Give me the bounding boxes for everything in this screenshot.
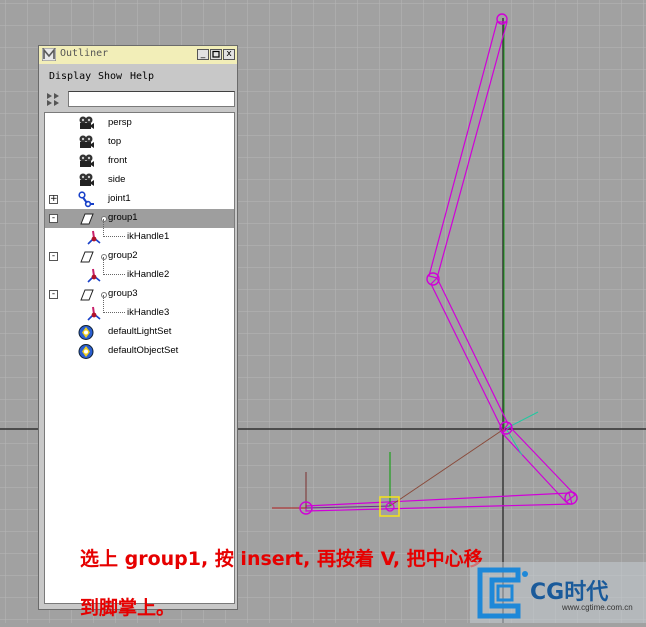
outliner-item-group1[interactable]: - group1 [45,209,234,228]
collapse-icon[interactable]: - [49,290,58,299]
camera-icon [77,172,95,189]
outliner-item-persp[interactable]: persp [45,114,234,133]
outliner-tree: persp top front side + joint1 - group1 ikHandle1… [44,112,235,604]
ik-handle-icon [85,305,103,322]
outliner-item-defaultLightSet[interactable]: defaultLightSet [45,323,234,342]
expand-icon[interactable]: + [49,195,58,204]
outliner-item-side[interactable]: side [45,171,234,190]
outliner-item-label: defaultObjectSet [108,345,179,356]
filter-input[interactable] [68,91,235,107]
menu-show[interactable]: Show [98,71,122,82]
outliner-item-label: defaultLightSet [108,326,172,337]
ik-handle-icon [85,229,103,246]
tree-connector [103,219,125,237]
caption-line-2: 到脚掌上。 [80,597,176,619]
outliner-item-label: persp [108,117,132,128]
outliner-titlebar[interactable]: Outliner _ x [39,46,237,64]
set-icon [77,324,95,341]
outliner-item-label: front [108,155,128,166]
minimize-button[interactable]: _ [197,49,209,60]
window-title: Outliner [60,48,109,59]
outliner-item-group2[interactable]: - group2 [45,247,234,266]
outliner-item-label: ikHandle3 [127,307,170,318]
set-icon [77,343,95,360]
close-button[interactable]: x [223,49,235,60]
maximize-button[interactable] [210,49,222,60]
group-icon [77,210,95,227]
collapse-icon[interactable]: - [49,214,58,223]
filter-toggle-icon[interactable] [45,91,67,107]
maya-logo-icon [42,48,56,61]
outliner-item-defaultObjectSet[interactable]: defaultObjectSet [45,342,234,361]
caption-line-1: 选上 group1, 按 insert, 再按着 V, 把中心移 [80,548,483,570]
outliner-item-label: side [108,174,126,185]
outliner-item-label: top [108,136,122,147]
watermark-logo: CG时代 www.cgtime.com.cn [470,562,646,623]
outliner-item-ikHandle1[interactable]: ikHandle1 [45,219,234,247]
camera-icon [77,115,95,132]
outliner-item-group3[interactable]: - group3 [45,285,234,304]
outliner-item-label: joint1 [108,193,131,204]
menu-display[interactable]: Display [49,71,91,82]
collapse-icon[interactable]: - [49,252,58,261]
outliner-item-front[interactable]: front [45,152,234,171]
outliner-item-joint1[interactable]: + joint1 [45,190,234,209]
menu-help[interactable]: Help [130,71,154,82]
brand-name: CG时代 [530,580,609,605]
camera-icon [77,134,95,151]
outliner-item-ikHandle3[interactable]: ikHandle3 [45,295,234,323]
tree-connector [103,295,125,313]
group-icon [77,286,95,303]
outliner-item-ikHandle2[interactable]: ikHandle2 [45,257,234,285]
group-icon [77,248,95,265]
ik-handle-icon [85,267,103,284]
brand-url: www.cgtime.com.cn [562,603,633,612]
maximize-icon [212,50,220,58]
outliner-item-label: ikHandle1 [127,231,170,242]
outliner-item-top[interactable]: top [45,133,234,152]
outliner-window: Outliner _ x Display Show Help persp top f… [38,45,238,610]
outliner-item-label: ikHandle2 [127,269,170,280]
tree-connector [103,257,125,275]
menu-bar: Display Show Help [39,69,237,85]
joint-icon [77,191,95,208]
camera-icon [77,153,95,170]
